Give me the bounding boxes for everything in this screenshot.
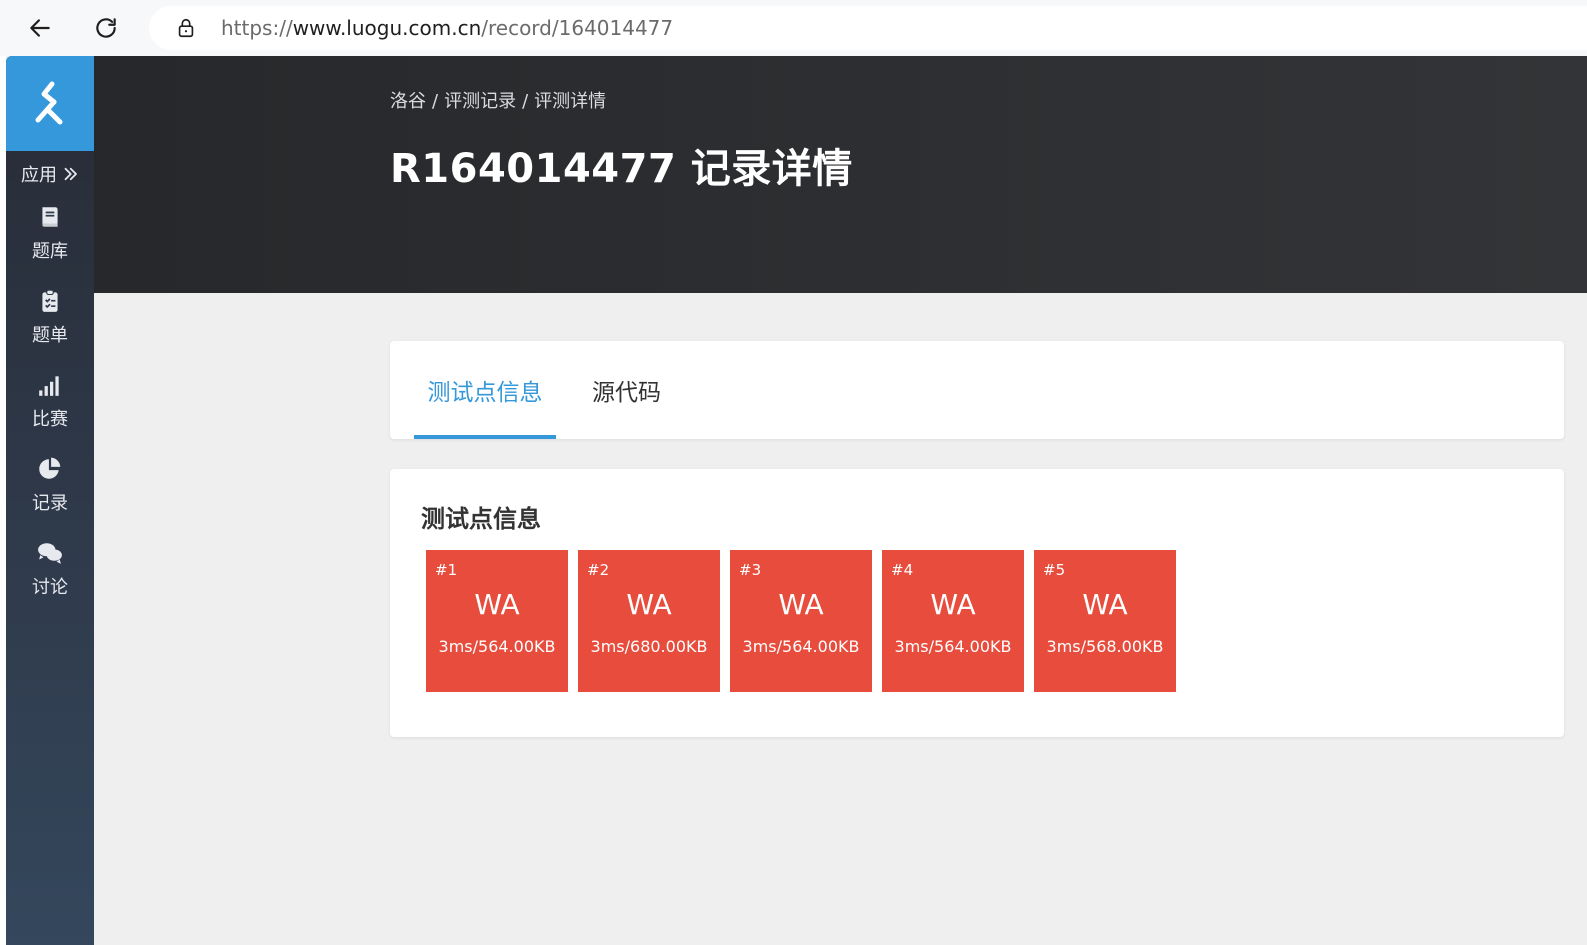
- reload-button[interactable]: [86, 8, 126, 48]
- testcase-grid: #1 WA 3ms/564.00KB #2 WA 3ms/680.00KB #3…: [426, 550, 1186, 692]
- reload-icon: [96, 18, 116, 38]
- sidebar-item-label: 题单: [32, 325, 68, 346]
- tab-source-code[interactable]: 源代码: [592, 341, 661, 439]
- sidebar-item-label: 题库: [32, 241, 68, 262]
- apps-label: 应用: [21, 165, 57, 186]
- lock-icon[interactable]: [175, 17, 197, 39]
- app-root: 应用 题库 题单 比赛 记录 讨论 洛谷 / 评测记录 / 评测详情 R1640…: [6, 56, 1587, 945]
- pie-chart-icon: [36, 455, 64, 483]
- breadcrumb-item-home[interactable]: 洛谷: [390, 91, 426, 112]
- testcase-status: WA: [626, 588, 672, 621]
- sidebar-item-discuss[interactable]: 讨论: [6, 529, 94, 613]
- url-host: www.luogu.com.cn: [292, 16, 482, 40]
- sidebar-item-problems[interactable]: 题库: [6, 193, 94, 277]
- testcase-status: WA: [474, 588, 520, 621]
- testcase-section-title: 测试点信息: [421, 505, 541, 533]
- testcase-status: WA: [930, 588, 976, 621]
- breadcrumb-separator: /: [432, 91, 439, 112]
- testcase-usage: 3ms/564.00KB: [438, 637, 556, 656]
- testcase-info-card: 测试点信息 #1 WA 3ms/564.00KB #2 WA 3ms/680.0…: [390, 469, 1564, 737]
- testcase-tile[interactable]: #1 WA 3ms/564.00KB: [426, 550, 568, 692]
- testcase-usage: 3ms/564.00KB: [894, 637, 1012, 656]
- sidebar-item-label: 比赛: [32, 409, 68, 430]
- page-title: R164014477 记录详情: [390, 146, 853, 192]
- testcase-usage: 3ms/680.00KB: [590, 637, 708, 656]
- testcase-tile[interactable]: #4 WA 3ms/564.00KB: [882, 550, 1024, 692]
- testcase-id: #4: [891, 561, 914, 579]
- testcase-tile[interactable]: #5 WA 3ms/568.00KB: [1034, 550, 1176, 692]
- address-bar[interactable]: https://www.luogu.com.cn/record/16401447…: [149, 6, 1587, 50]
- testcase-status: WA: [1082, 588, 1128, 621]
- testcase-usage: 3ms/568.00KB: [1046, 637, 1164, 656]
- sidebar-item-contests[interactable]: 比赛: [6, 361, 94, 445]
- luogu-logo[interactable]: [6, 56, 94, 151]
- testcase-id: #1: [435, 561, 458, 579]
- signal-bars-icon: [36, 371, 64, 399]
- url-scheme: https://: [221, 16, 293, 40]
- breadcrumb-item-current[interactable]: 评测详情: [534, 91, 606, 112]
- testcase-tile[interactable]: #3 WA 3ms/564.00KB: [730, 550, 872, 692]
- back-button[interactable]: [20, 8, 60, 48]
- page-header: 洛谷 / 评测记录 / 评测详情 R164014477 记录详情: [94, 56, 1587, 293]
- arrow-left-icon: [30, 19, 50, 37]
- tab-testcases[interactable]: 测试点信息: [414, 341, 556, 439]
- breadcrumb: 洛谷 / 评测记录 / 评测详情: [390, 87, 606, 113]
- testcase-tile[interactable]: #2 WA 3ms/680.00KB: [578, 550, 720, 692]
- chat-bubbles-icon: [36, 539, 64, 567]
- testcase-status: WA: [778, 588, 824, 621]
- browser-toolbar: https://www.luogu.com.cn/record/16401447…: [0, 0, 1587, 56]
- sidebar-item-label: 记录: [32, 493, 68, 514]
- sidebar: 应用 题库 题单 比赛 记录 讨论: [6, 56, 94, 945]
- testcase-id: #5: [1043, 561, 1066, 579]
- tabs-card: 测试点信息 源代码: [390, 341, 1564, 439]
- url-path: /record/164014477: [481, 16, 674, 40]
- testcase-usage: 3ms/564.00KB: [742, 637, 860, 656]
- sidebar-nav: 题库 题单 比赛 记录 讨论: [6, 193, 94, 613]
- sidebar-item-label: 讨论: [32, 577, 68, 598]
- clipboard-icon: [36, 287, 64, 315]
- luogu-logo-icon: [35, 81, 63, 124]
- sidebar-item-training[interactable]: 题单: [6, 277, 94, 361]
- sidebar-item-records[interactable]: 记录: [6, 445, 94, 529]
- book-icon: [36, 203, 64, 231]
- breadcrumb-separator: /: [522, 91, 529, 112]
- apps-menu[interactable]: 应用: [6, 163, 94, 186]
- testcase-id: #3: [739, 561, 762, 579]
- double-chevron-right-icon: [64, 167, 77, 181]
- breadcrumb-item-records[interactable]: 评测记录: [444, 91, 516, 112]
- url-text[interactable]: https://www.luogu.com.cn/record/16401447…: [221, 16, 673, 40]
- testcase-id: #2: [587, 561, 610, 579]
